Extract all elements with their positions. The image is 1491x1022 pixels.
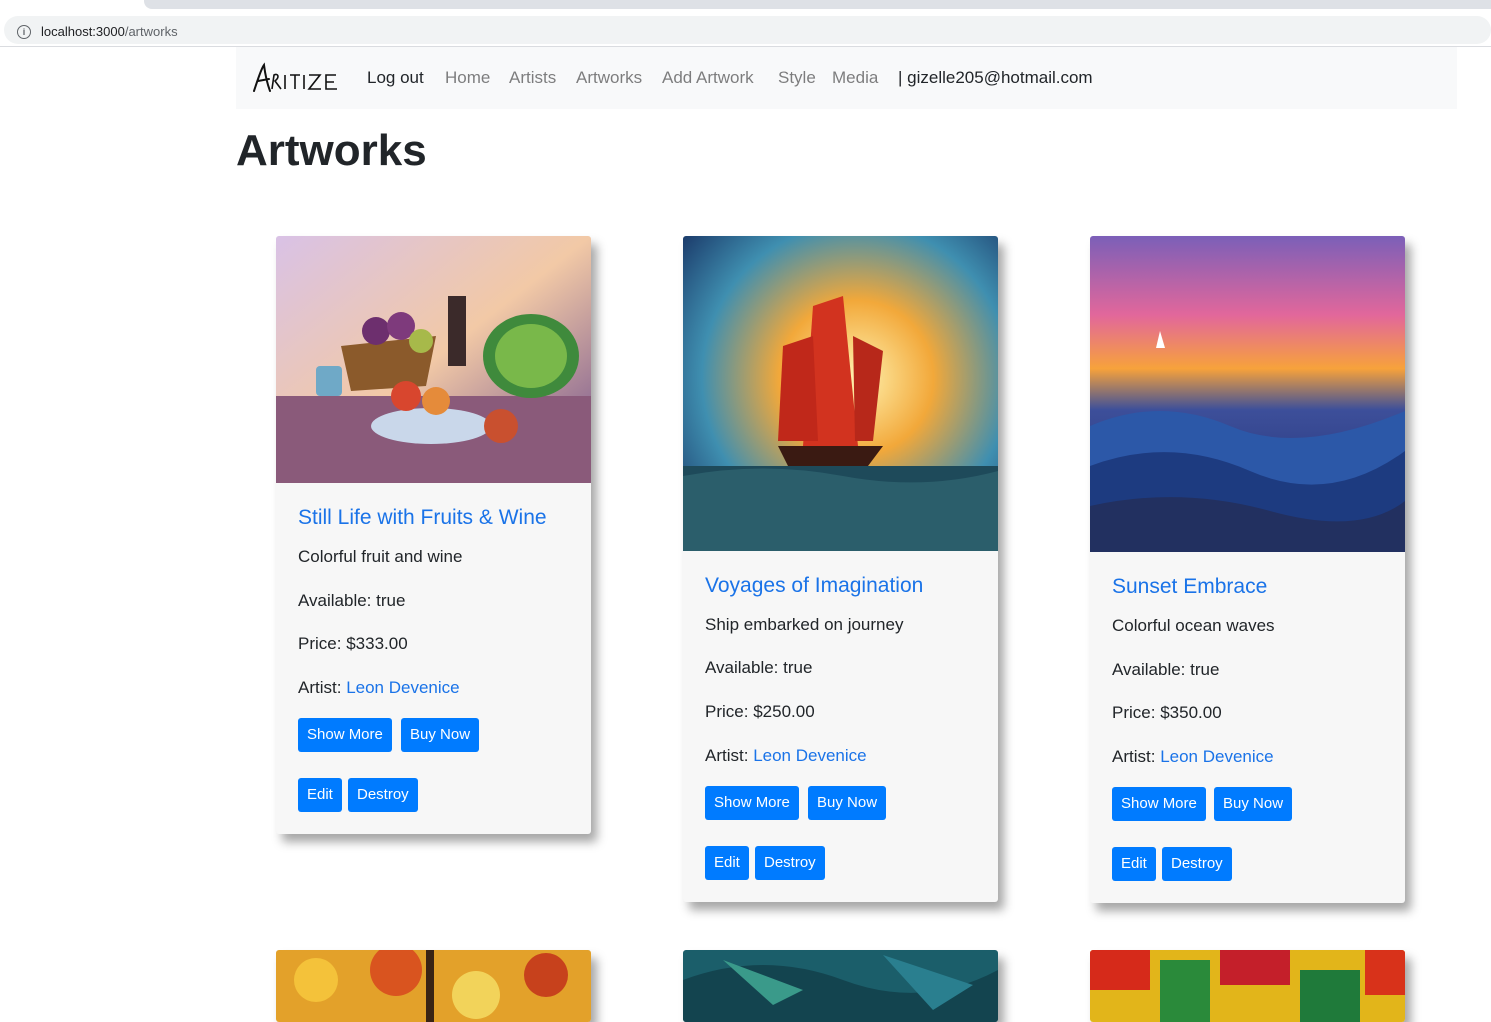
artwork-description: Colorful fruit and wine [298,547,463,566]
artwork-image[interactable] [683,236,998,551]
artwork-artist: Artist: Leon Devenice [1112,747,1274,767]
available-value: true [376,591,406,610]
artwork-title[interactable]: Voyages of Imagination [705,574,923,598]
brand-logo[interactable] [250,61,342,95]
url-path: /artworks [124,24,178,39]
artist-link[interactable]: Leon Devenice [1160,747,1273,766]
show-more-button[interactable]: Show More [1112,787,1206,821]
edit-button[interactable]: Edit [1112,847,1156,881]
artwork-card [276,950,591,1022]
artwork-image[interactable] [1090,950,1405,1022]
nav-artists[interactable]: Artists [509,68,556,88]
artwork-availability: Available: true [1112,660,1219,680]
destroy-button[interactable]: Destroy [1162,847,1232,881]
info-icon[interactable]: i [17,25,31,39]
artwork-image[interactable] [683,950,998,1022]
available-label: Available: [705,658,779,677]
artwork-card: Still Life with Fruits & Wine Colorful f… [276,236,591,834]
show-more-button[interactable]: Show More [705,786,799,820]
buy-now-button[interactable]: Buy Now [808,786,887,820]
artwork-image[interactable] [1090,236,1405,552]
artwork-artist: Artist: Leon Devenice [705,746,867,766]
artwork-description: Ship embarked on journey [705,615,904,634]
url-text[interactable]: localhost:3000/artworks [41,24,178,39]
edit-button[interactable]: Edit [298,778,342,812]
nav-media[interactable]: Media [832,68,878,88]
artwork-image[interactable] [276,236,591,483]
browser-address-bar: i localhost:3000/artworks [0,12,1491,47]
price-label: Price: [298,634,342,653]
show-more-button[interactable]: Show More [298,718,392,752]
url-field[interactable]: i localhost:3000/artworks [4,16,1491,44]
artwork-card: Sunset Embrace Colorful ocean waves Avai… [1090,236,1405,903]
artwork-price: Price: $350.00 [1112,703,1222,723]
destroy-button[interactable]: Destroy [348,778,418,812]
price-value: $333.00 [346,634,408,653]
artist-label: Artist: [1112,747,1156,766]
artwork-card: Voyages of Imagination Ship embarked on … [683,236,998,902]
artwork-availability: Available: true [298,591,405,611]
price-label: Price: [705,702,749,721]
url-host: localhost:3000 [41,24,125,39]
available-label: Available: [298,591,372,610]
artwork-price: Price: $333.00 [298,634,408,654]
artwork-title[interactable]: Sunset Embrace [1112,575,1267,599]
nav-logout[interactable]: Log out [367,68,424,88]
price-value: $350.00 [1160,703,1222,722]
site-navbar: Log out Home Artists Artworks Add Artwor… [236,47,1457,109]
user-email: | gizelle205@hotmail.com [898,68,1093,87]
edit-button[interactable]: Edit [705,846,749,880]
page-title: Artworks [236,126,427,175]
artwork-availability: Available: true [705,658,812,678]
available-label: Available: [1112,660,1186,679]
artwork-price: Price: $250.00 [705,702,815,722]
nav-artworks[interactable]: Artworks [576,68,642,88]
artist-link[interactable]: Leon Devenice [753,746,866,765]
artwork-description: Colorful ocean waves [1112,616,1275,635]
destroy-button[interactable]: Destroy [755,846,825,880]
available-value: true [783,658,813,677]
available-value: true [1190,660,1220,679]
artwork-title[interactable]: Still Life with Fruits & Wine [298,506,547,530]
artwork-card [1090,950,1405,1022]
price-value: $250.00 [753,702,815,721]
nav-add-artwork[interactable]: Add Artwork [662,68,754,88]
artist-link[interactable]: Leon Devenice [346,678,459,697]
nav-home[interactable]: Home [445,68,490,88]
artist-label: Artist: [298,678,342,697]
nav-style[interactable]: Style [778,68,816,88]
buy-now-button[interactable]: Buy Now [1214,787,1293,821]
price-label: Price: [1112,703,1156,722]
buy-now-button[interactable]: Buy Now [401,718,480,752]
artwork-card [683,950,998,1022]
browser-tab-background [144,0,1491,9]
browser-tab-strip [0,0,1491,12]
artwork-image[interactable] [276,950,591,1022]
artist-label: Artist: [705,746,749,765]
artwork-artist: Artist: Leon Devenice [298,678,460,698]
